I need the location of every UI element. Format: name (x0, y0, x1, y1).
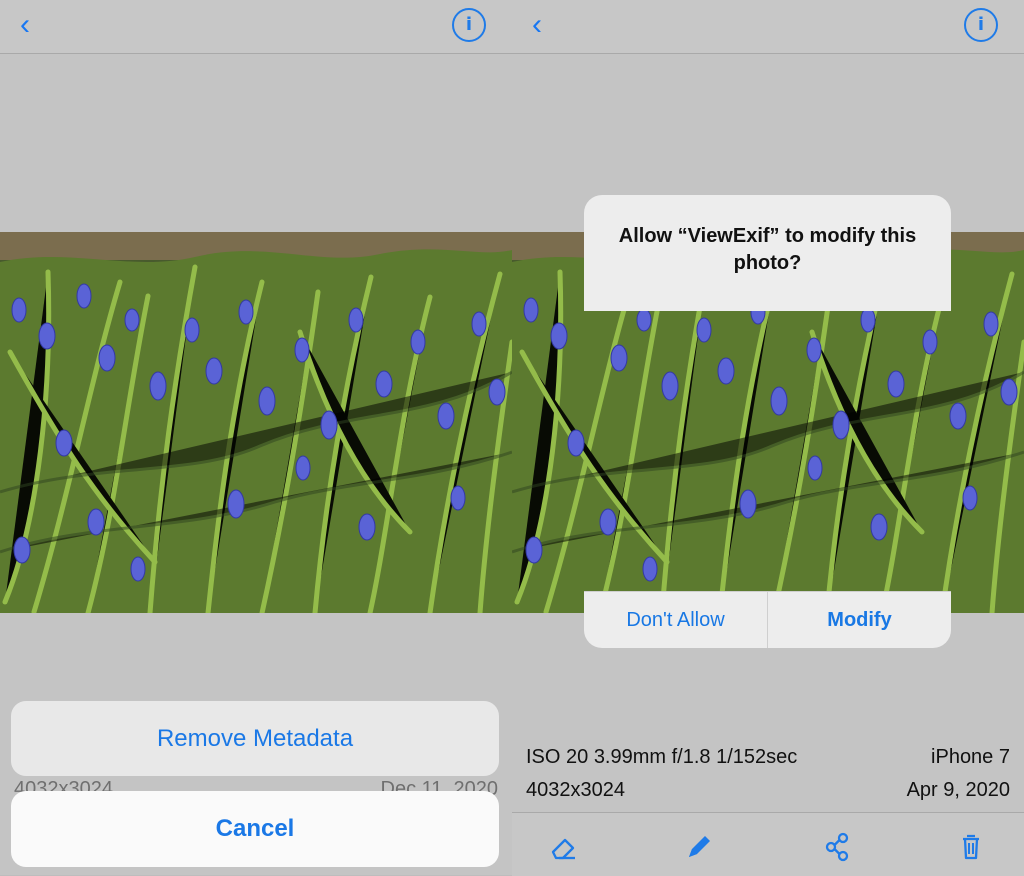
share-icon[interactable] (821, 831, 853, 863)
remove-metadata-button[interactable]: Remove Metadata (11, 701, 499, 776)
bottom-toolbar (512, 812, 1024, 876)
dialog-header: Allow “ViewExif” to modify this photo? (584, 195, 951, 311)
left-screen: ‹ i 4032x3024 Dec 11, 2020 Remove Metada… (0, 0, 512, 875)
exposure-details: ISO 20 3.99mm f/1.8 1/152sec (526, 746, 798, 768)
info-icon[interactable]: i (964, 8, 998, 42)
info-icon[interactable]: i (452, 8, 486, 42)
dialog-title: Allow “ViewExif” to modify this photo? (618, 225, 917, 274)
pencil-icon[interactable] (683, 831, 715, 863)
top-bar: ‹ i (512, 0, 1024, 54)
dialog-actions: Don't Allow Modify (584, 591, 951, 648)
chevron-left-icon[interactable]: ‹ (532, 10, 556, 40)
top-bar: ‹ i (0, 0, 512, 54)
photo (0, 232, 512, 613)
trash-icon[interactable] (955, 831, 987, 863)
chevron-left-icon[interactable]: ‹ (20, 10, 44, 40)
date-label: Apr 9, 2020 (906, 779, 1010, 801)
cancel-button[interactable]: Cancel (11, 791, 499, 867)
modify-button[interactable]: Modify (768, 592, 951, 648)
eraser-icon[interactable] (548, 831, 580, 863)
device-label: iPhone 7 (931, 746, 1010, 768)
permission-dialog: Allow “ViewExif” to modify this photo? D… (584, 195, 951, 651)
dimensions-label: 4032x3024 (526, 779, 625, 801)
dont-allow-button[interactable]: Don't Allow (584, 592, 768, 648)
